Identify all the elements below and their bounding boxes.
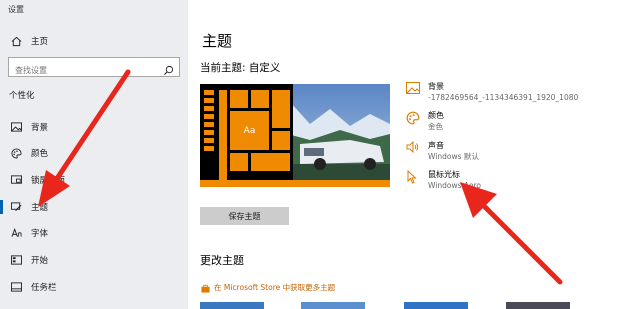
theme-thumbnail[interactable]	[200, 302, 264, 309]
palette-icon	[9, 146, 23, 160]
property-value: 金色	[428, 122, 443, 131]
preview-list	[204, 90, 214, 180]
theme-preview: Aa	[200, 84, 390, 187]
save-theme-button[interactable]: 保存主题	[200, 207, 289, 225]
store-bag-icon	[201, 278, 210, 297]
theme-property-color[interactable]: 颜色 金色	[404, 111, 444, 132]
start-menu-preview: Aa	[200, 84, 293, 187]
property-value: -1782469564_-1134346391_1920_1080	[428, 93, 579, 102]
property-title: 颜色	[428, 111, 444, 120]
change-theme-heading: 更改主题	[200, 254, 244, 267]
palette-icon	[404, 111, 422, 129]
sidebar-item-label: 开始	[31, 256, 49, 266]
search-field[interactable]	[8, 57, 180, 80]
theme-thumbnail[interactable]	[301, 302, 365, 309]
theme-thumbnail[interactable]	[404, 302, 468, 309]
image-icon	[404, 82, 422, 100]
store-link[interactable]: 在 Microsoft Store 中获取更多主题	[201, 278, 335, 297]
store-link-label: 在 Microsoft Store 中获取更多主题	[214, 283, 336, 292]
speaker-icon	[404, 141, 422, 159]
sidebar-item-taskbar[interactable]: 任务栏	[0, 277, 188, 297]
image-icon	[9, 120, 23, 134]
taskbar-icon	[9, 280, 23, 294]
sidebar-item-background[interactable]: 背景	[0, 117, 188, 137]
property-title: 鼠标光标	[428, 170, 460, 179]
lockscreen-icon	[9, 173, 23, 187]
window-title: 设置	[8, 5, 24, 14]
theme-property-background[interactable]: 背景 -1782469564_-1134346391_1920_1080	[404, 82, 578, 103]
font-icon	[9, 226, 23, 240]
sidebar-item-home[interactable]: 主页	[0, 31, 188, 51]
sidebar-item-label: 任务栏	[31, 283, 57, 293]
theme-property-sound[interactable]: 声音 Windows 默认	[404, 141, 479, 162]
current-theme-heading: 当前主题: 自定义	[200, 62, 281, 74]
sidebar-item-fonts[interactable]: 字体	[0, 223, 188, 243]
sidebar-item-lockscreen[interactable]: 锁屏界面	[0, 170, 188, 190]
preview-taskbar	[200, 180, 390, 187]
main-panel: 主题 当前主题: 自定义 Aa 保存主题 背景 -1782469564_-113…	[188, 0, 620, 309]
home-icon	[9, 34, 23, 48]
property-value: Windows 默认	[428, 152, 479, 161]
sidebar-item-label: 主页	[31, 37, 49, 47]
theme-thumbnail[interactable]	[506, 302, 570, 309]
theme-property-cursor[interactable]: 鼠标光标 Windows Aero	[404, 170, 481, 191]
start-icon	[9, 253, 23, 267]
sidebar-item-label: 背景	[31, 123, 49, 133]
sidebar-item-themes[interactable]: 主题	[0, 197, 188, 217]
sidebar-item-colors[interactable]: 颜色	[0, 143, 188, 163]
cursor-icon	[404, 170, 422, 188]
sidebar-item-label: 主题	[31, 203, 49, 213]
page-title: 主题	[202, 32, 233, 50]
preview-tile: Aa	[230, 111, 269, 150]
sidebar-item-start[interactable]: 开始	[0, 250, 188, 270]
theme-icon	[9, 200, 23, 214]
sidebar-item-label: 字体	[31, 229, 49, 239]
sidebar-item-label: 颜色	[31, 149, 49, 159]
property-value: Windows Aero	[428, 181, 481, 190]
property-title: 声音	[428, 141, 444, 150]
section-heading: 个性化	[9, 91, 35, 101]
search-icon[interactable]	[163, 61, 174, 80]
sidebar: 设置 主页 个性化 背景 颜色 锁屏界面 主题	[0, 0, 188, 309]
sidebar-item-label: 锁屏界面	[31, 176, 66, 186]
search-input[interactable]	[9, 61, 159, 80]
property-title: 背景	[428, 82, 444, 91]
preview-tile-text: Aa	[243, 125, 256, 136]
